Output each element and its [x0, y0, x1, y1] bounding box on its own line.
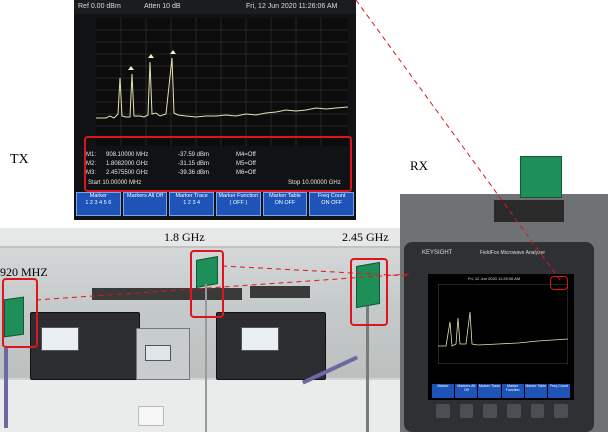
- rx-antenna: [520, 156, 562, 198]
- wall-outlet: [138, 406, 164, 426]
- rx-label: RX: [410, 158, 429, 173]
- brand: KEYSIGHT: [422, 250, 453, 256]
- softkey-freq-count[interactable]: Freq Count ON OFF: [309, 192, 355, 216]
- rx-softkey-marker-function[interactable]: Marker Function: [501, 384, 524, 398]
- softkey-bar: Marker 1 2 3 4 5 6 Markers All Off Marker…: [76, 192, 355, 216]
- instrument-screen: [41, 327, 79, 351]
- rx-softkey-freq-count[interactable]: Freq Count: [547, 384, 571, 398]
- softkey-marker-trace[interactable]: Marker Trace 1 2 3 4: [169, 192, 215, 216]
- highlight-marker-table: [84, 136, 352, 192]
- signal-generator-245: [216, 312, 326, 380]
- instrument-screen: [241, 327, 279, 351]
- rx-spectrum-svg: [438, 284, 568, 364]
- bench: [0, 378, 400, 432]
- power-strip: [250, 286, 310, 298]
- softkey-marker-table[interactable]: Marker Table ON OFF: [262, 192, 308, 216]
- softkey-sub: 1 2 3 4: [183, 200, 201, 206]
- highlight-antenna-18: [190, 250, 224, 318]
- rx-hardkey[interactable]: [436, 404, 450, 418]
- spectrum-trace: [96, 57, 349, 119]
- softkey-label: Marker: [89, 193, 107, 199]
- rx-softkey-marker[interactable]: Marker: [432, 384, 455, 398]
- rx-hardkeys: [436, 404, 569, 418]
- softkey-sub: 1 2 3 4 5 6: [85, 200, 112, 206]
- rx-connector: [494, 200, 564, 222]
- grid: [96, 18, 348, 146]
- tx-label: TX: [10, 152, 29, 167]
- softkey-sub: ( OFF ): [229, 200, 248, 206]
- rx-softkey-markers-all-off[interactable]: Markers All Off: [455, 384, 478, 398]
- label-2-45ghz: 2.45 GHz: [342, 230, 389, 244]
- rx-datetime: Fri, 12 Jun 2020 11:26:06 AM: [468, 276, 521, 281]
- cable: [4, 348, 8, 428]
- rx-hardkey[interactable]: [483, 404, 498, 418]
- rx-hardkey[interactable]: [507, 404, 521, 418]
- signal-generator-small: [136, 328, 190, 380]
- analyzer-screen-zoom: Ref 0.00 dBm Atten 10 dB Fri, 12 Jun 202…: [74, 0, 356, 220]
- softkey-sub: ON OFF: [321, 200, 343, 206]
- softkey-label: Marker Trace: [175, 193, 208, 199]
- instrument-screen: [145, 345, 171, 361]
- highlight-antenna-920: [2, 278, 38, 348]
- rx-hardkey[interactable]: [530, 404, 545, 418]
- ref-level: Ref 0.00 dBm: [78, 3, 121, 10]
- rx-softkey-marker-table[interactable]: Marker Table: [524, 384, 547, 398]
- highlight-antenna-245: [350, 258, 388, 326]
- softkey-label: Marker Function: [218, 193, 259, 199]
- softkey-marker-function[interactable]: Marker Function( OFF ): [216, 192, 261, 216]
- rx-hardkey[interactable]: [459, 404, 474, 418]
- status-bar: Ref 0.00 dBm Atten 10 dB Fri, 12 Jun 202…: [74, 0, 356, 14]
- marker-triangles: [128, 50, 176, 70]
- attenuation: Atten 10 dB: [144, 3, 181, 10]
- rx-hardkey[interactable]: [554, 404, 569, 418]
- softkey-sub: ON OFF: [274, 200, 296, 206]
- rx-softkey-marker-trace[interactable]: Marker Trace: [478, 384, 501, 398]
- spectrum-plot: [96, 18, 349, 146]
- highlight-rx-corner: [550, 276, 568, 290]
- softkey-marker[interactable]: Marker 1 2 3 4 5 6: [76, 192, 121, 216]
- lab-photo: [0, 228, 400, 432]
- softkey-markers-all-off[interactable]: Markers All Off: [122, 192, 168, 216]
- model: FieldFox Microwave Analyzer: [480, 250, 546, 256]
- softkey-label: Freq Count: [317, 193, 346, 199]
- rx-softkey-bar: Marker Markers All Off Marker Trace Mark…: [432, 384, 571, 398]
- label-920mhz: 920 MHZ: [0, 265, 48, 279]
- spectrum-trace-svg: [96, 18, 349, 146]
- rx-screen: Fri, 12 Jun 2020 11:26:06 AM Marker Mark…: [428, 274, 574, 400]
- signal-generator-920: [30, 312, 140, 380]
- label-1-8ghz: 1.8 GHz: [164, 230, 205, 244]
- datetime: Fri, 12 Jun 2020 11:26:06 AM: [246, 3, 338, 10]
- softkey-label: Marker Table: [269, 193, 301, 199]
- softkey-label: Markers All Off: [127, 193, 163, 199]
